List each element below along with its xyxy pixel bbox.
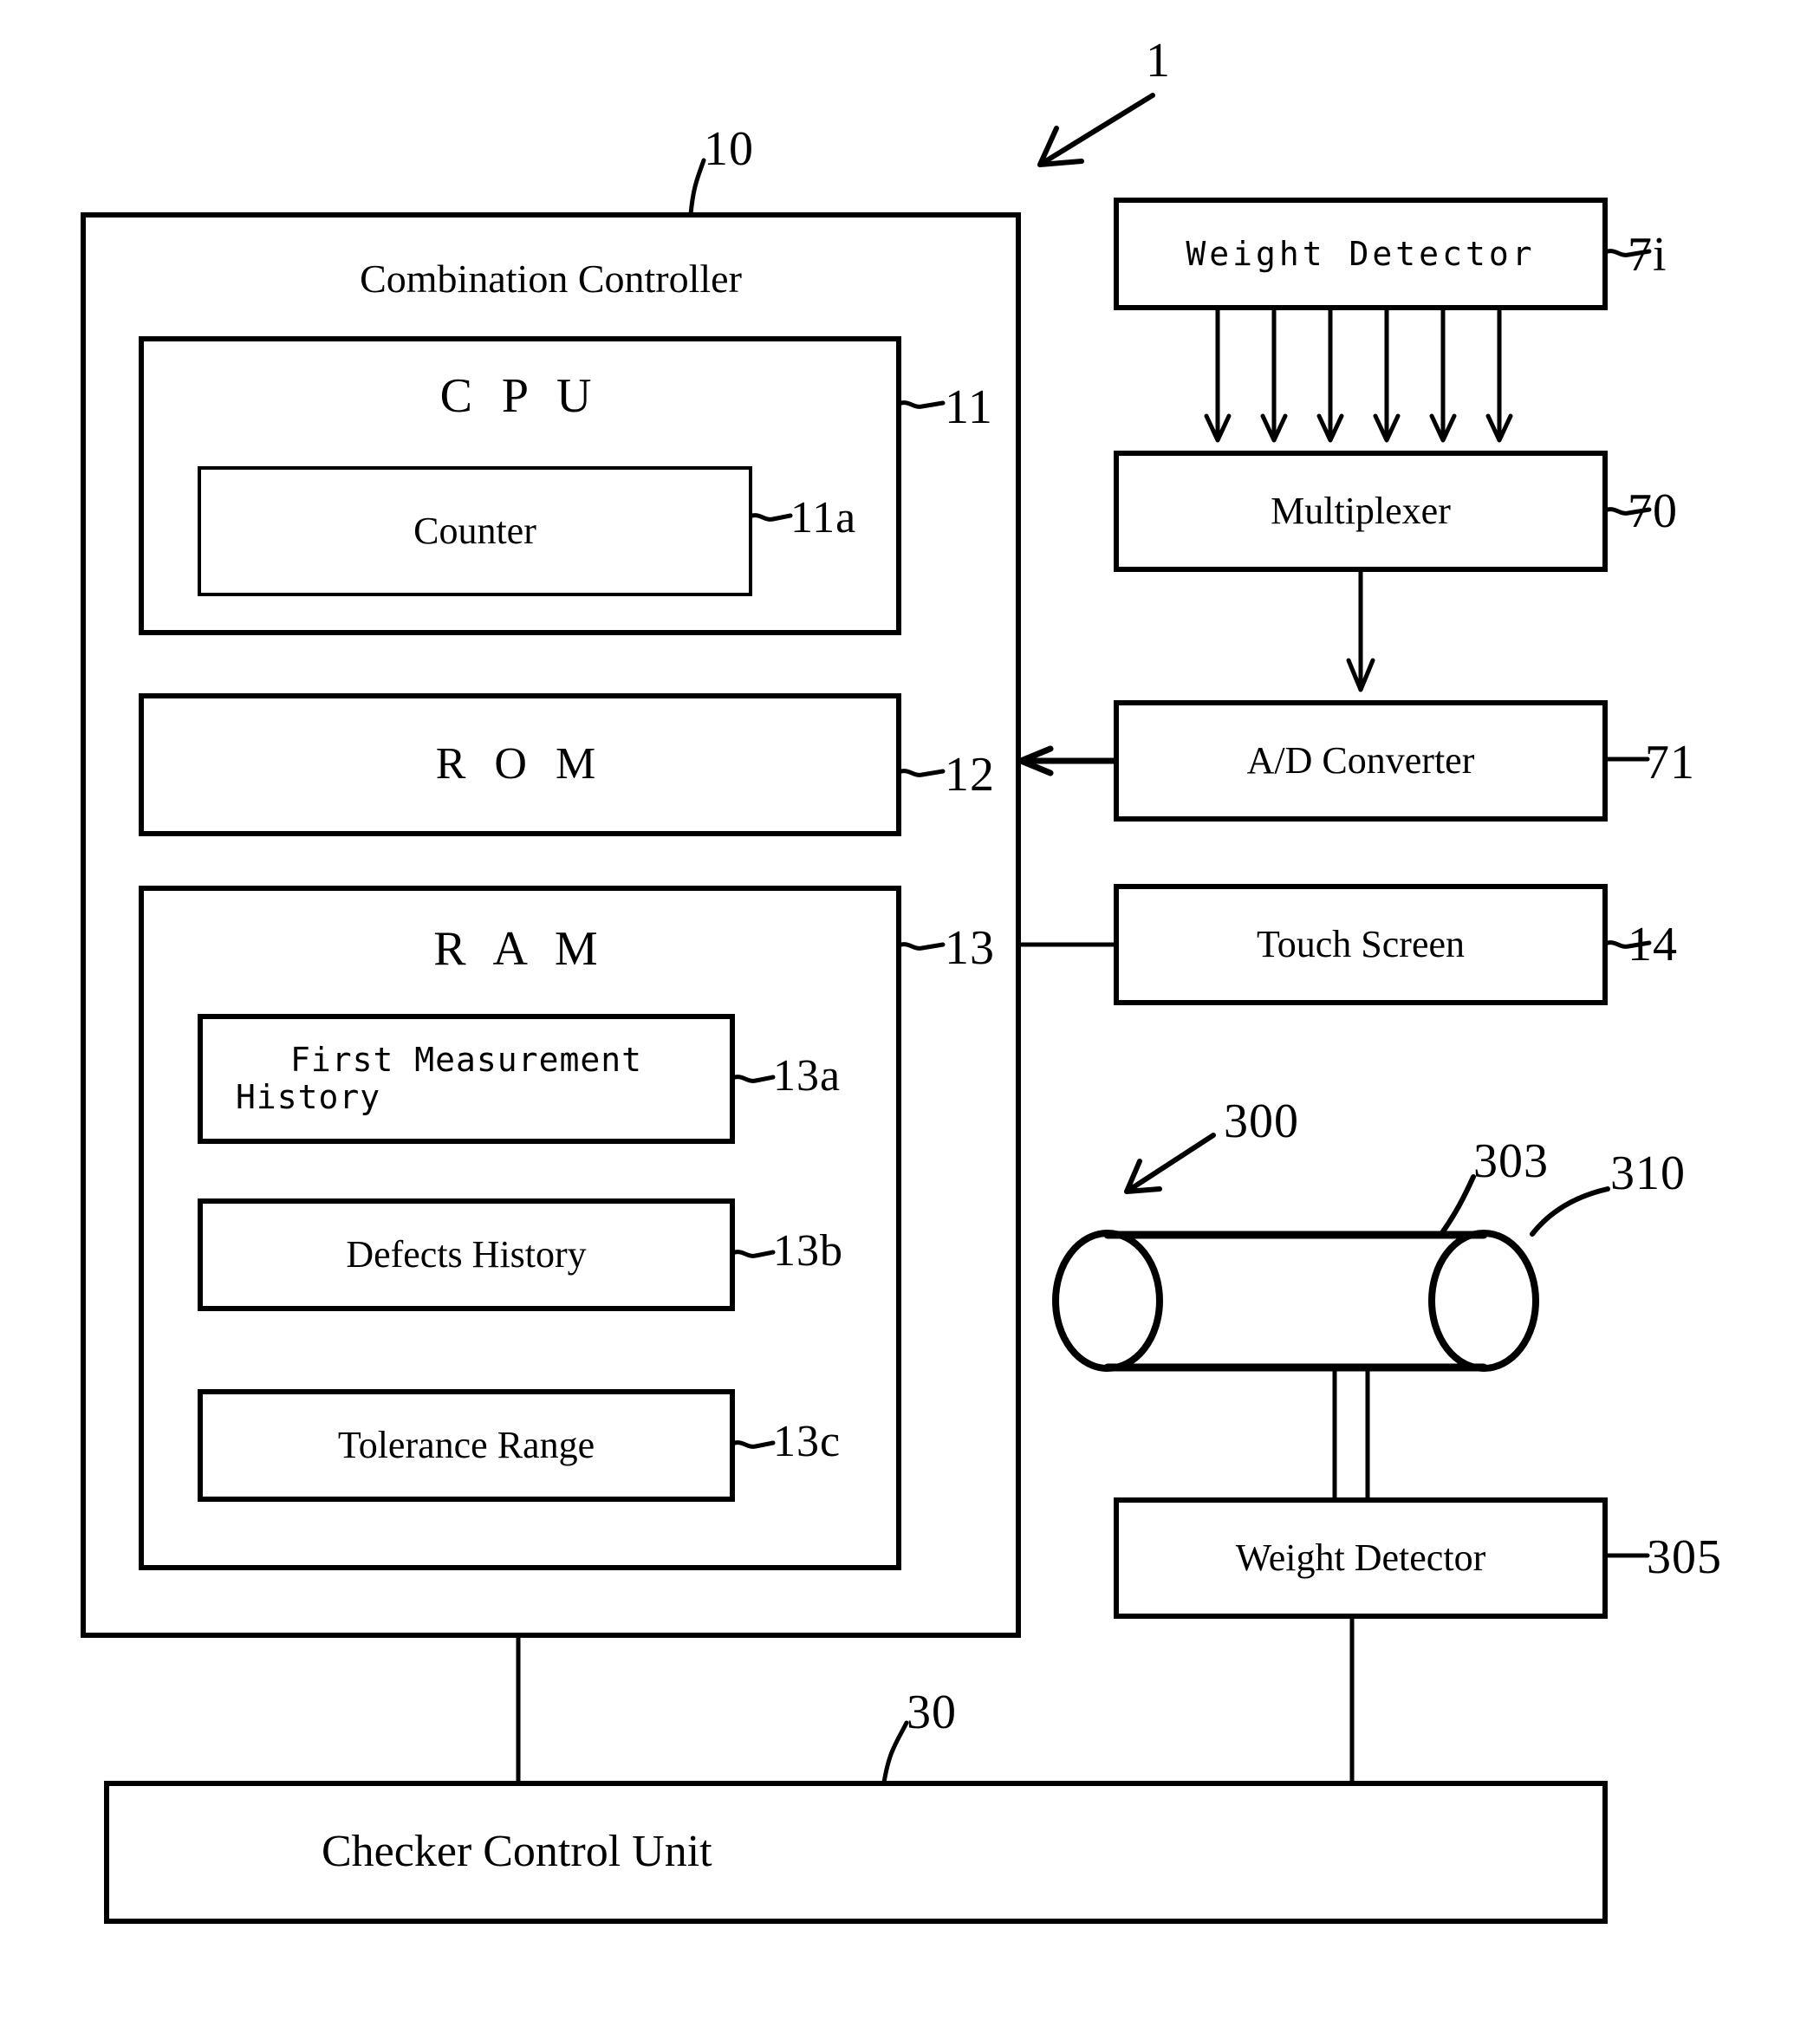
ref-system: 1 (1146, 34, 1171, 88)
ref-conveyor-weight-detector: 305 (1647, 1530, 1722, 1584)
checker-control-unit-box: Checker Control Unit (104, 1781, 1608, 1924)
ref-touch-screen: 14 (1628, 918, 1678, 971)
defects-history-box: Defects History (198, 1198, 735, 1311)
ref-cpu: 11 (945, 380, 993, 434)
ad-converter-label: A/D Converter (1246, 739, 1475, 783)
counter-box: Counter (198, 466, 752, 596)
ref-weight-detector: 7i (1628, 228, 1667, 282)
ref-defects-history: 13b (773, 1226, 843, 1276)
ref-conveyor-belt: 303 (1473, 1134, 1549, 1188)
ref-conveyor-assembly: 300 (1224, 1094, 1299, 1148)
ref-rom: 12 (945, 748, 995, 802)
tolerance-range-label: Tolerance Range (337, 1424, 595, 1467)
conveyor-weight-detector-box: Weight Detector (1114, 1497, 1608, 1619)
ref-ad-converter: 71 (1645, 736, 1695, 789)
patent-figure: Combination Controller C P U Counter R O… (0, 0, 1820, 2020)
ref-tolerance-range: 13c (773, 1417, 842, 1466)
ad-converter-box: A/D Converter (1114, 700, 1608, 822)
counter-label: Counter (413, 510, 536, 553)
weight-detector-box: Weight Detector (1114, 198, 1608, 310)
ref-checker-control-unit: 30 (907, 1685, 957, 1739)
defects-history-label: Defects History (346, 1233, 587, 1276)
ref-first-measurement-history: 13a (773, 1051, 842, 1101)
ref-multiplexer: 70 (1628, 484, 1678, 538)
tolerance-range-box: Tolerance Range (198, 1389, 735, 1502)
first-measurement-history-line2: History (236, 1078, 381, 1116)
ref-counter: 11a (790, 493, 857, 542)
touch-screen-box: Touch Screen (1114, 884, 1608, 1005)
weight-detector-label: Weight Detector (1186, 234, 1536, 273)
combination-controller-title: Combination Controller (360, 257, 742, 301)
rom-label: R O M (435, 739, 605, 789)
checker-control-unit-label: Checker Control Unit (322, 1827, 712, 1877)
rom-box: R O M (139, 693, 901, 836)
cpu-label: C P U (439, 369, 601, 423)
first-measurement-history-line1: First Measurement (290, 1041, 642, 1080)
ram-label: R A M (433, 922, 607, 976)
ref-conveyor-roller: 310 (1610, 1146, 1686, 1200)
ref-ram: 13 (945, 921, 995, 975)
multiplexer-box: Multiplexer (1114, 451, 1608, 572)
ref-controller: 10 (704, 122, 754, 176)
multiplexer-label: Multiplexer (1271, 490, 1451, 533)
conveyor-weight-detector-label: Weight Detector (1235, 1536, 1486, 1580)
touch-screen-label: Touch Screen (1256, 923, 1466, 966)
first-measurement-history-box: First Measurement History (198, 1014, 735, 1144)
